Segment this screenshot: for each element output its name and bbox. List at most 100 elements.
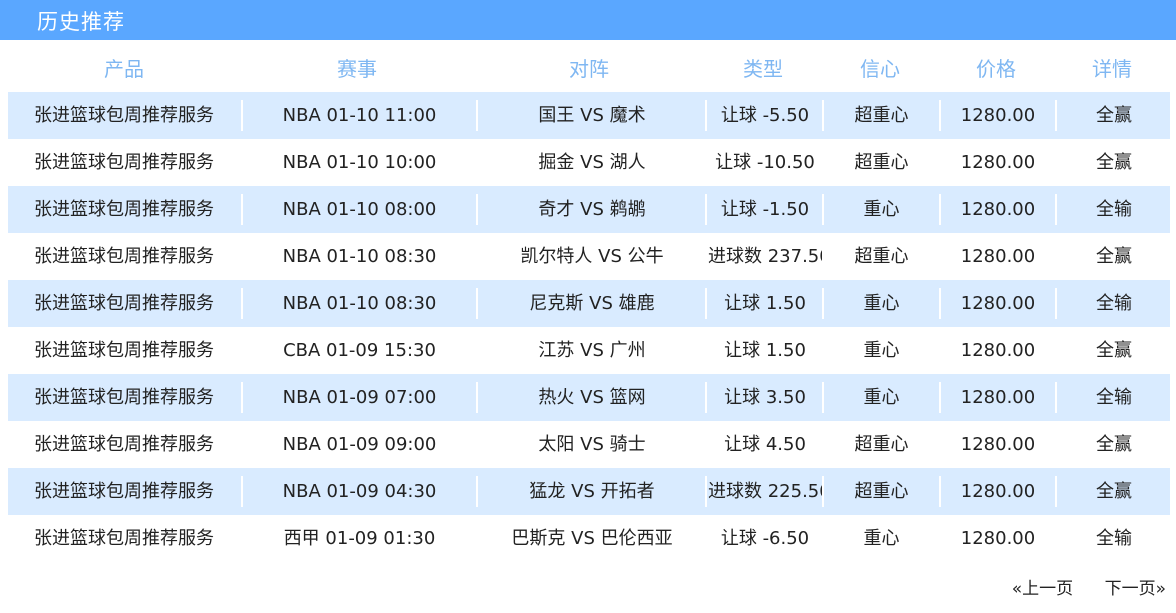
cell-product: 张进篮球包周推荐服务 <box>34 246 214 267</box>
cell-match-event: CBA 01-09 15:30 <box>283 340 436 361</box>
cell-matchup: 国王 VS 魔术 <box>538 105 646 126</box>
cell-match-event: NBA 01-09 04:30 <box>282 481 437 502</box>
column-divider <box>476 382 478 413</box>
column-divider <box>822 100 824 131</box>
cell-product: 张进篮球包周推荐服务 <box>34 434 214 455</box>
column-header-price: 价格 <box>976 57 1016 81</box>
column-divider <box>1055 194 1057 225</box>
cell-matchup: 巴斯克 VS 巴伦西亚 <box>511 528 673 549</box>
cell-price: 1280.00 <box>960 340 1036 361</box>
table-row: 张进篮球包周推荐服务 NBA 01-10 08:30 凯尔特人 VS 公牛 进球数 2… <box>8 233 1170 280</box>
column-divider <box>939 476 941 507</box>
cell-price: 1280.00 <box>960 293 1036 314</box>
cell-matchup: 尼克斯 VS 雄鹿 <box>529 293 655 314</box>
column-divider <box>939 100 941 131</box>
column-divider <box>476 194 478 225</box>
cell-matchup: 掘金 VS 湖人 <box>538 152 646 173</box>
column-divider <box>241 476 243 507</box>
column-divider <box>939 194 941 225</box>
cell-product: 张进篮球包周推荐服务 <box>34 387 214 408</box>
cell-match-event: NBA 01-09 09:00 <box>282 434 437 455</box>
table-row: 张进篮球包周推荐服务 NBA 01-10 11:00 国王 VS 魔术 让球 -5.5… <box>8 92 1170 139</box>
column-header-detail: 详情 <box>1092 57 1132 81</box>
cell-detail: 全输 <box>1096 387 1132 408</box>
table-header: 产品 赛事 对阵 类型 信心 价格 详情 <box>0 44 1176 88</box>
cell-type: 让球 4.50 <box>724 434 806 455</box>
pagination: «上一页 下一页» <box>986 574 1166 599</box>
column-header-type: 类型 <box>743 57 783 81</box>
column-divider <box>705 100 707 131</box>
cell-confidence: 超重心 <box>854 152 909 173</box>
column-divider <box>241 288 243 319</box>
cell-matchup: 热火 VS 篮网 <box>538 387 646 408</box>
column-divider <box>1055 476 1057 507</box>
cell-type: 让球 -5.50 <box>720 105 810 126</box>
column-divider <box>822 476 824 507</box>
cell-match-event: NBA 01-09 07:00 <box>282 387 437 408</box>
cell-price: 1280.00 <box>960 199 1036 220</box>
cell-matchup: 猛龙 VS 开拓者 <box>529 481 655 502</box>
page-title: 历史推荐 <box>37 10 125 34</box>
cell-product: 张进篮球包周推荐服务 <box>34 528 214 549</box>
column-divider <box>822 194 824 225</box>
cell-matchup: 奇才 VS 鹈鹕 <box>538 199 646 220</box>
cell-match-event: NBA 01-10 08:00 <box>282 199 437 220</box>
cell-confidence: 超重心 <box>854 246 909 267</box>
table-row: 张进篮球包周推荐服务 NBA 01-10 08:00 奇才 VS 鹈鹕 让球 -1.5… <box>8 186 1170 233</box>
column-divider <box>241 100 243 131</box>
cell-detail: 全输 <box>1096 293 1132 314</box>
cell-matchup: 江苏 VS 广州 <box>538 340 646 361</box>
column-divider <box>939 382 941 413</box>
column-divider <box>241 194 243 225</box>
cell-confidence: 超重心 <box>854 481 909 502</box>
column-divider <box>705 288 707 319</box>
recommendation-table: 张进篮球包周推荐服务 NBA 01-10 11:00 国王 VS 魔术 让球 -5.5… <box>8 92 1170 562</box>
cell-type: 进球数 237.50 <box>708 246 822 267</box>
cell-detail: 全赢 <box>1096 152 1132 173</box>
table-row: 张进篮球包周推荐服务 NBA 01-09 07:00 热火 VS 篮网 让球 3.50… <box>8 374 1170 421</box>
cell-type: 让球 1.50 <box>724 340 806 361</box>
cell-price: 1280.00 <box>960 152 1036 173</box>
table-row: 张进篮球包周推荐服务 NBA 01-09 04:30 猛龙 VS 开拓者 进球数 22… <box>8 468 1170 515</box>
column-divider <box>822 382 824 413</box>
column-divider <box>476 100 478 131</box>
column-header-match-event: 赛事 <box>337 57 377 81</box>
cell-type: 让球 3.50 <box>724 387 806 408</box>
cell-price: 1280.00 <box>960 105 1036 126</box>
table-row: 张进篮球包周推荐服务 NBA 01-09 09:00 太阳 VS 骑士 让球 4.50… <box>8 421 1170 468</box>
cell-confidence: 超重心 <box>854 105 909 126</box>
column-header-confidence: 信心 <box>860 57 900 81</box>
cell-confidence: 重心 <box>863 340 900 361</box>
cell-price: 1280.00 <box>960 246 1036 267</box>
column-divider <box>476 288 478 319</box>
column-divider <box>241 382 243 413</box>
cell-confidence: 超重心 <box>854 434 909 455</box>
column-divider <box>939 288 941 319</box>
table-row: 张进篮球包周推荐服务 CBA 01-09 15:30 江苏 VS 广州 让球 1.50… <box>8 327 1170 374</box>
column-divider <box>476 476 478 507</box>
column-divider <box>822 288 824 319</box>
column-divider <box>705 476 707 507</box>
table-row: 张进篮球包周推荐服务 西甲 01-09 01:30 巴斯克 VS 巴伦西亚 让球 -6… <box>8 515 1170 562</box>
cell-match-event: NBA 01-10 10:00 <box>282 152 437 173</box>
cell-matchup: 太阳 VS 骑士 <box>538 434 646 455</box>
column-divider <box>1055 288 1057 319</box>
column-header-matchup: 对阵 <box>569 57 609 81</box>
prev-page-link[interactable]: «上一页 <box>1012 579 1073 599</box>
cell-detail: 全赢 <box>1096 434 1132 455</box>
cell-confidence: 重心 <box>863 293 900 314</box>
cell-type: 进球数 225.50 <box>708 481 822 502</box>
table-row: 张进篮球包周推荐服务 NBA 01-10 10:00 掘金 VS 湖人 让球 -10.… <box>8 139 1170 186</box>
cell-detail: 全赢 <box>1096 246 1132 267</box>
cell-price: 1280.00 <box>960 387 1036 408</box>
table-row: 张进篮球包周推荐服务 NBA 01-10 08:30 尼克斯 VS 雄鹿 让球 1.5… <box>8 280 1170 327</box>
column-divider <box>1055 382 1057 413</box>
cell-detail: 全赢 <box>1096 105 1132 126</box>
cell-product: 张进篮球包周推荐服务 <box>34 481 214 502</box>
cell-confidence: 重心 <box>863 387 900 408</box>
next-page-link[interactable]: 下一页» <box>1105 579 1166 599</box>
cell-confidence: 重心 <box>863 199 900 220</box>
cell-confidence: 重心 <box>863 528 900 549</box>
cell-detail: 全赢 <box>1096 481 1132 502</box>
cell-product: 张进篮球包周推荐服务 <box>34 199 214 220</box>
